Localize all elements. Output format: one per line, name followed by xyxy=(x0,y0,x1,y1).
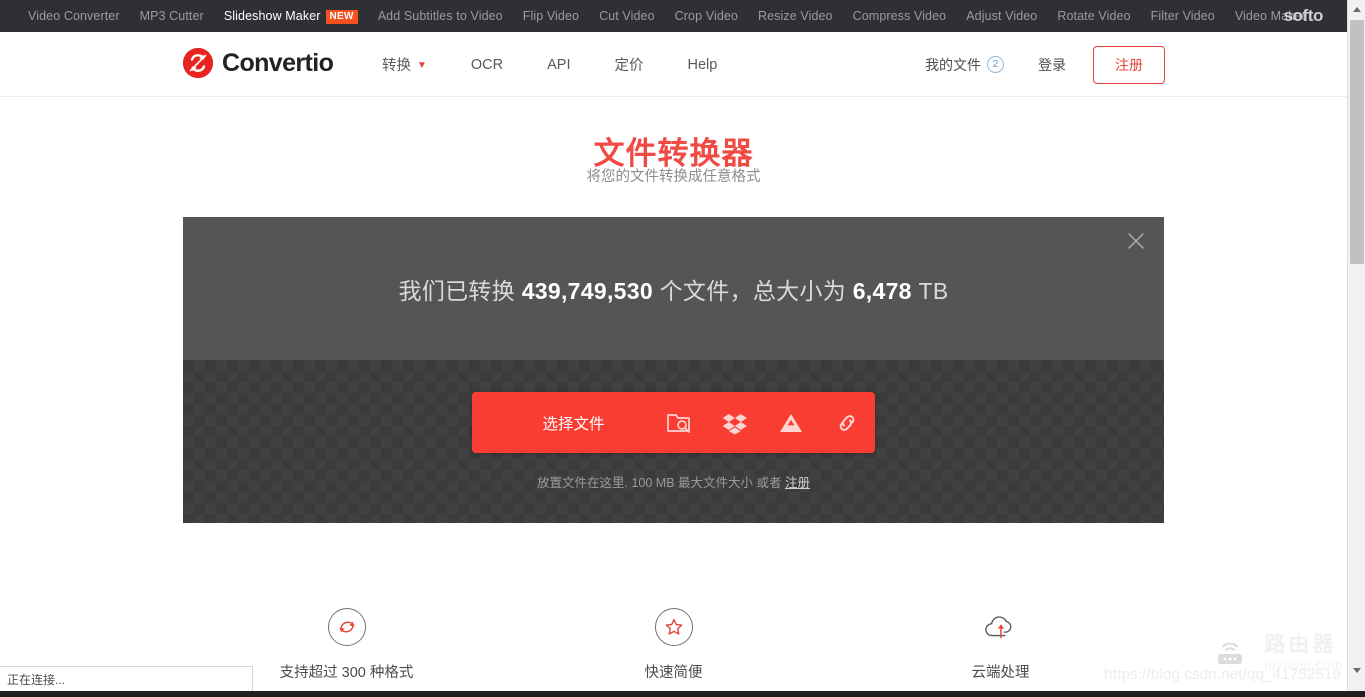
refresh-cycle-icon xyxy=(327,608,366,646)
feature-label: 云端处理 xyxy=(971,665,1030,681)
softo-link-label: Compress Video xyxy=(852,9,947,23)
router-icon xyxy=(1204,627,1257,679)
folder-search-icon[interactable] xyxy=(651,392,707,453)
header-nav-label: 定价 xyxy=(614,58,644,74)
softo-link-label: Flip Video xyxy=(522,9,580,23)
header-nav-label: Help xyxy=(687,56,718,73)
site-header: Convertio 转换 ▼ OCR API 定价 Help 我的文件 2 登录 注册 xyxy=(0,32,1347,97)
star-icon xyxy=(654,608,693,646)
link-icon[interactable] xyxy=(819,392,875,453)
stats-text: 我们已转换 439,749,530 个文件，总大小为 6,478 TB xyxy=(399,272,949,306)
header-nav-label: API xyxy=(547,56,571,73)
softo-link[interactable]: Crop Video xyxy=(665,9,748,23)
stats-files-count: 439,749,530 xyxy=(521,277,653,304)
brand-logo[interactable]: Convertio xyxy=(183,48,334,78)
softo-link-label: Slideshow Maker xyxy=(223,8,321,23)
softo-link[interactable]: Slideshow Maker NEW xyxy=(214,9,368,24)
my-files-link[interactable]: 我的文件 2 xyxy=(908,55,1021,75)
watermark-en: luyouqi.com xyxy=(1264,656,1343,672)
softo-link-label: Add Subtitles to Video xyxy=(377,9,503,23)
feature-item: 云端处理 xyxy=(837,608,1164,682)
choose-file-bar: 选择文件 xyxy=(472,392,875,453)
file-drop-area[interactable]: 选择文件 放置文件在这里. 100 MB 最大文件大小 或者 注册 xyxy=(183,360,1164,523)
signup-button[interactable]: 注册 xyxy=(1093,45,1165,84)
softo-link-label: Filter Video xyxy=(1150,9,1215,23)
watermark-text: 路由器 luyouqi.com xyxy=(1264,633,1343,672)
softo-link-label: Video Converter xyxy=(28,9,120,23)
close-icon[interactable] xyxy=(1124,229,1148,253)
softo-link-label: Crop Video xyxy=(674,9,738,23)
softo-link[interactable]: Video Converter xyxy=(18,9,130,23)
drop-hint-text: 放置文件在这里. 100 MB 最大文件大小 或者 xyxy=(537,476,785,490)
scroll-down-arrow-icon[interactable] xyxy=(1348,661,1365,679)
feature-label: 支持超过 300 种格式 xyxy=(279,665,414,681)
choose-file-button[interactable]: 选择文件 xyxy=(472,412,650,434)
drop-hint: 放置文件在这里. 100 MB 最大文件大小 或者 注册 xyxy=(537,472,810,491)
my-files-label: 我的文件 xyxy=(925,56,981,73)
status-strip xyxy=(0,691,1365,697)
stats-suffix: TB xyxy=(911,277,949,304)
new-badge: NEW xyxy=(325,9,358,24)
softo-link-label: Cut Video xyxy=(599,9,655,23)
softo-top-bar: Video Converter MP3 Cutter Slideshow Maker… xyxy=(0,0,1347,32)
softo-link-label: Adjust Video xyxy=(966,9,1038,23)
stats-middle: 个文件，总大小为 xyxy=(652,277,853,304)
converter-panel: 我们已转换 439,749,530 个文件，总大小为 6,478 TB 选择文件 xyxy=(183,217,1164,523)
feature-label: 快速简便 xyxy=(644,665,703,681)
header-nav-item[interactable]: 转换 ▼ xyxy=(360,54,449,75)
header-nav: 转换 ▼ OCR API 定价 Help xyxy=(360,32,739,97)
softo-link[interactable]: MP3 Cutter xyxy=(130,9,214,23)
convertio-logo-icon xyxy=(183,48,213,78)
cloud-upload-icon xyxy=(982,608,1020,646)
header-nav-label: OCR xyxy=(470,56,504,73)
softo-link[interactable]: Compress Video xyxy=(843,9,957,23)
softo-link-label: Rotate Video xyxy=(1057,9,1131,23)
stats-banner: 我们已转换 439,749,530 个文件，总大小为 6,478 TB xyxy=(183,217,1164,360)
header-nav-item[interactable]: OCR xyxy=(449,57,525,73)
softo-links-group: Video Converter MP3 Cutter Slideshow Maker… xyxy=(18,9,1316,24)
chevron-down-icon: ▼ xyxy=(417,59,427,71)
my-files-count-badge: 2 xyxy=(987,56,1004,73)
google-drive-icon[interactable] xyxy=(763,392,819,453)
page-scrollbar[interactable] xyxy=(1347,0,1365,697)
feature-item: 快速简便 xyxy=(510,608,837,682)
dropbox-icon[interactable] xyxy=(707,392,763,453)
header-nav-item[interactable]: 定价 xyxy=(593,54,666,75)
header-nav-label: 转换 xyxy=(382,58,411,74)
brand-name: Convertio xyxy=(222,48,334,77)
softo-link[interactable]: Resize Video xyxy=(748,9,843,23)
watermark: 路由器 luyouqi.com xyxy=(1204,627,1343,679)
page-subtitle: 将您的文件转换成任意格式 xyxy=(586,169,761,185)
scroll-up-arrow-icon[interactable] xyxy=(1348,0,1365,18)
softo-link[interactable]: Adjust Video xyxy=(956,9,1047,23)
softo-link[interactable]: Flip Video xyxy=(513,9,589,23)
stats-size-value: 6,478 xyxy=(852,277,912,304)
stats-prefix: 我们已转换 xyxy=(398,277,522,304)
features-row: 支持超过 300 种格式 快速简便 云端处理 xyxy=(183,608,1164,682)
softo-logo[interactable]: softo xyxy=(1283,6,1323,26)
drop-hint-signup-link[interactable]: 注册 xyxy=(785,476,810,490)
watermark-cn: 路由器 xyxy=(1264,633,1337,657)
login-link[interactable]: 登录 xyxy=(1021,55,1083,75)
softo-link[interactable]: Filter Video xyxy=(1141,9,1225,23)
softo-link[interactable]: Cut Video xyxy=(589,9,665,23)
header-actions: 我的文件 2 登录 注册 xyxy=(908,32,1165,97)
header-nav-item[interactable]: API xyxy=(525,57,592,73)
softo-link[interactable]: Rotate Video xyxy=(1047,9,1140,23)
header-nav-item[interactable]: Help xyxy=(666,57,740,73)
softo-link-label: Resize Video xyxy=(757,9,833,23)
scrollbar-thumb[interactable] xyxy=(1350,20,1364,264)
softo-link[interactable]: Add Subtitles to Video xyxy=(368,9,513,23)
status-bar: 正在连接... xyxy=(0,666,253,691)
page-root: Video Converter MP3 Cutter Slideshow Maker… xyxy=(0,0,1365,697)
softo-link-label: MP3 Cutter xyxy=(139,9,204,23)
